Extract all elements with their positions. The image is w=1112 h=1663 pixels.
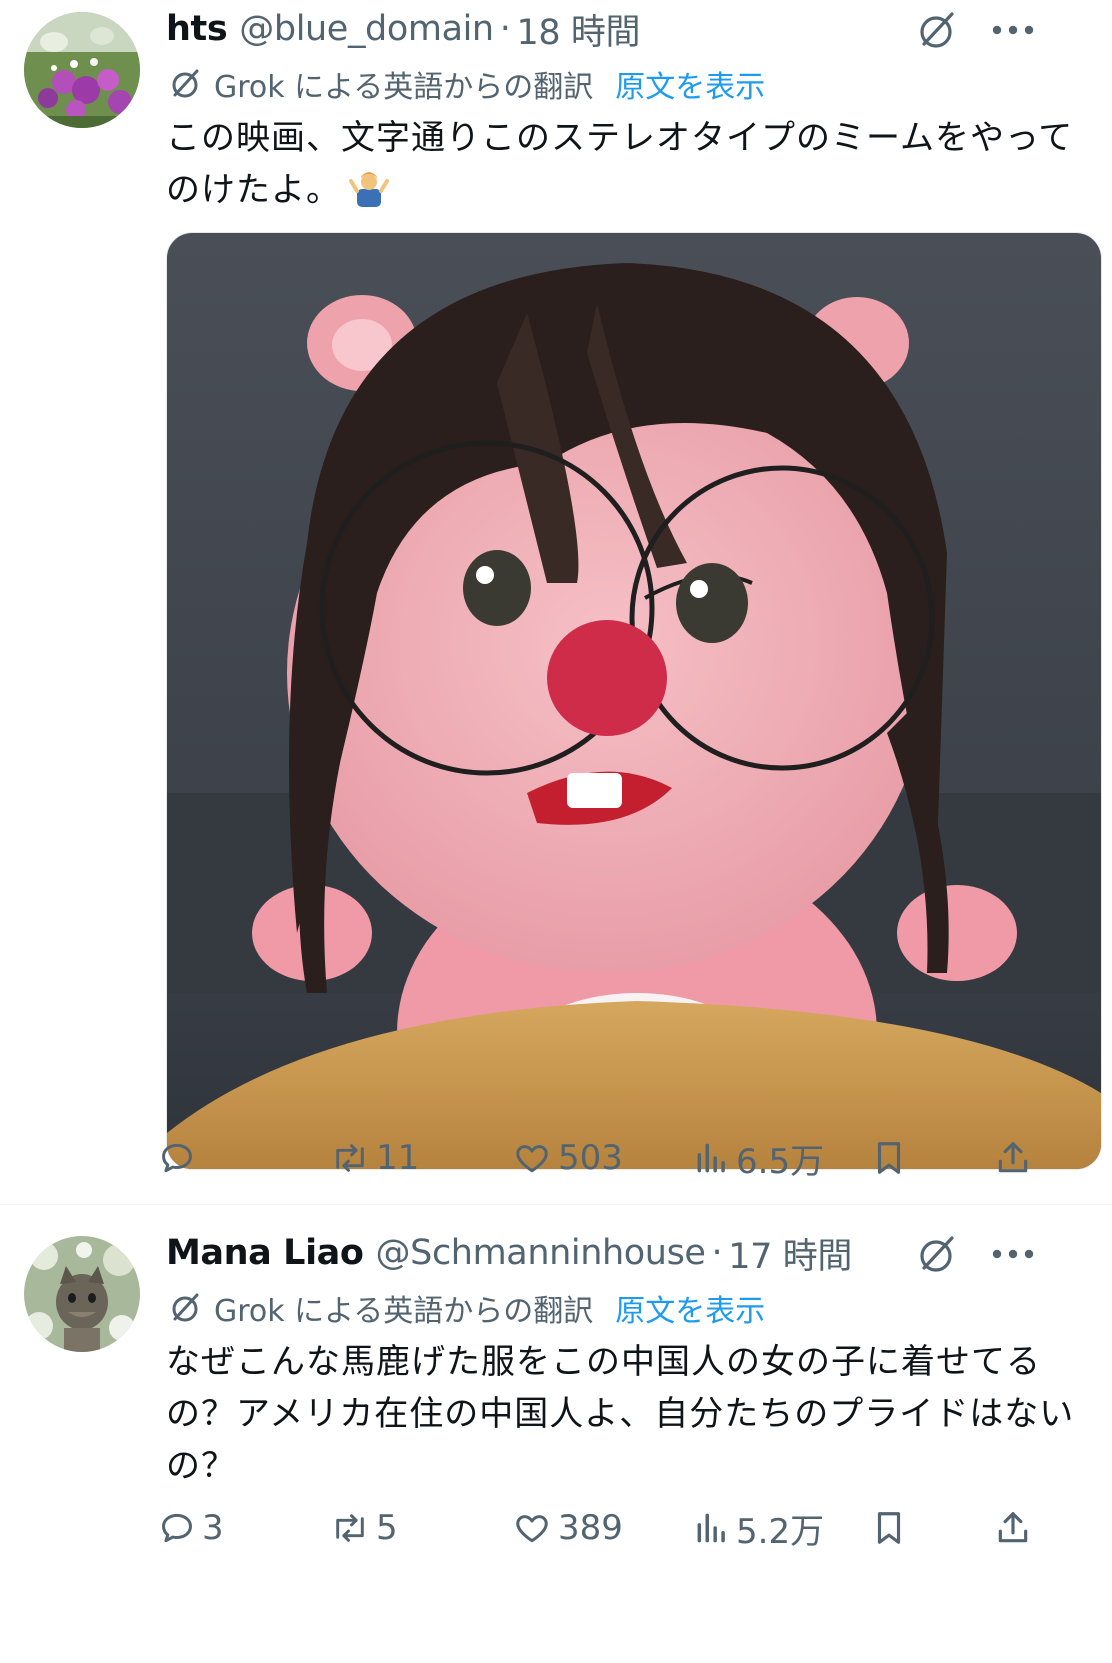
post-actions: 3 5 389 5.2万 — [162, 1498, 1086, 1558]
author-name[interactable]: Mana Liao — [166, 1233, 364, 1273]
post-actions: 11 503 6.5万 — [162, 1128, 1086, 1188]
post-header: Mana Liao @Schmanninhouse · 17 時間 — [166, 1228, 852, 1278]
reply-icon — [162, 1513, 192, 1543]
post-divider — [0, 1204, 1112, 1205]
bookmark-button[interactable] — [870, 1498, 908, 1558]
grok-icon[interactable] — [912, 1230, 960, 1278]
repost-button[interactable]: 11 — [330, 1128, 419, 1188]
post-text: なぜこんな馬鹿げた服をこの中国人の女の子に着せてるの？アメリカ在住の中国人よ、自… — [166, 1336, 1086, 1492]
show-original-link[interactable]: 原文を表示 — [615, 62, 765, 106]
views-count: 6.5万 — [736, 1141, 825, 1182]
grok-translate-icon — [172, 1293, 199, 1322]
like-icon — [516, 1145, 548, 1173]
repost-count: 11 — [376, 1138, 420, 1178]
more-icon[interactable] — [990, 1246, 1036, 1260]
author-handle[interactable]: @blue_domain — [239, 9, 494, 49]
post-text-content: なぜこんな馬鹿げた服をこの中国人の女の子に着せてるの？アメリカ在住の中国人よ、自… — [166, 1342, 1075, 1486]
share-icon — [998, 1142, 1028, 1173]
views-button[interactable]: 5.2万 — [694, 1498, 824, 1558]
repost-icon — [336, 1514, 364, 1542]
translation-note: Grok による英語からの翻訳 原文を表示 — [166, 1286, 765, 1330]
bookmark-icon — [877, 1142, 901, 1174]
translation-label: Grok による英語からの翻訳 — [214, 70, 594, 105]
views-count: 5.2万 — [736, 1511, 825, 1552]
reply-icon — [162, 1143, 192, 1173]
grok-icon[interactable] — [912, 6, 960, 54]
views-icon — [697, 1513, 725, 1543]
repost-count: 5 — [376, 1508, 398, 1548]
avatar-mana-liao[interactable] — [24, 1236, 140, 1352]
post-2[interactable]: Mana Liao @Schmanninhouse · 17 時間 Grok に… — [0, 1210, 1112, 1663]
show-original-link[interactable]: 原文を表示 — [615, 1286, 765, 1330]
post-text: この映画、文字通りこのステレオタイプのミームをやってのけたよ。 — [166, 112, 1086, 216]
post-1[interactable]: hts @blue_domain · 18 時間 Grok による英語からの翻訳… — [0, 0, 1112, 1200]
post-time[interactable]: 17 時間 — [728, 1228, 852, 1279]
like-icon — [516, 1515, 548, 1543]
share-button[interactable] — [994, 1128, 1032, 1188]
person-shrugging-emoji-icon — [347, 169, 391, 209]
repost-button[interactable]: 5 — [330, 1498, 398, 1558]
separator-dot: · — [711, 1233, 723, 1273]
bookmark-icon — [877, 1512, 901, 1544]
reply-button[interactable]: 3 — [158, 1498, 224, 1558]
reply-count: 3 — [202, 1508, 224, 1548]
more-icon[interactable] — [990, 22, 1036, 36]
like-count: 389 — [558, 1508, 623, 1548]
author-handle[interactable]: @Schmanninhouse — [376, 1233, 706, 1273]
separator-dot: · — [499, 9, 511, 49]
avatar-hts[interactable] — [24, 12, 140, 128]
post-header: hts @blue_domain · 18 時間 — [166, 4, 641, 55]
author-name[interactable]: hts — [166, 9, 228, 49]
like-button[interactable]: 389 — [512, 1498, 623, 1558]
like-button[interactable]: 503 — [512, 1128, 623, 1188]
post-time[interactable]: 18 時間 — [516, 4, 640, 55]
views-icon — [697, 1143, 725, 1173]
grok-translate-icon — [172, 69, 199, 98]
post-image[interactable] — [166, 232, 1102, 1170]
bookmark-button[interactable] — [870, 1128, 908, 1188]
share-icon — [998, 1512, 1028, 1543]
views-button[interactable]: 6.5万 — [694, 1128, 824, 1188]
like-count: 503 — [558, 1138, 623, 1178]
post-text-content: この映画、文字通りこのステレオタイプのミームをやってのけたよ。 — [166, 118, 1074, 210]
translation-note: Grok による英語からの翻訳 原文を表示 — [166, 62, 765, 106]
share-button[interactable] — [994, 1498, 1032, 1558]
reply-button[interactable] — [158, 1128, 202, 1188]
repost-icon — [336, 1144, 364, 1172]
translation-label: Grok による英語からの翻訳 — [214, 1294, 594, 1329]
